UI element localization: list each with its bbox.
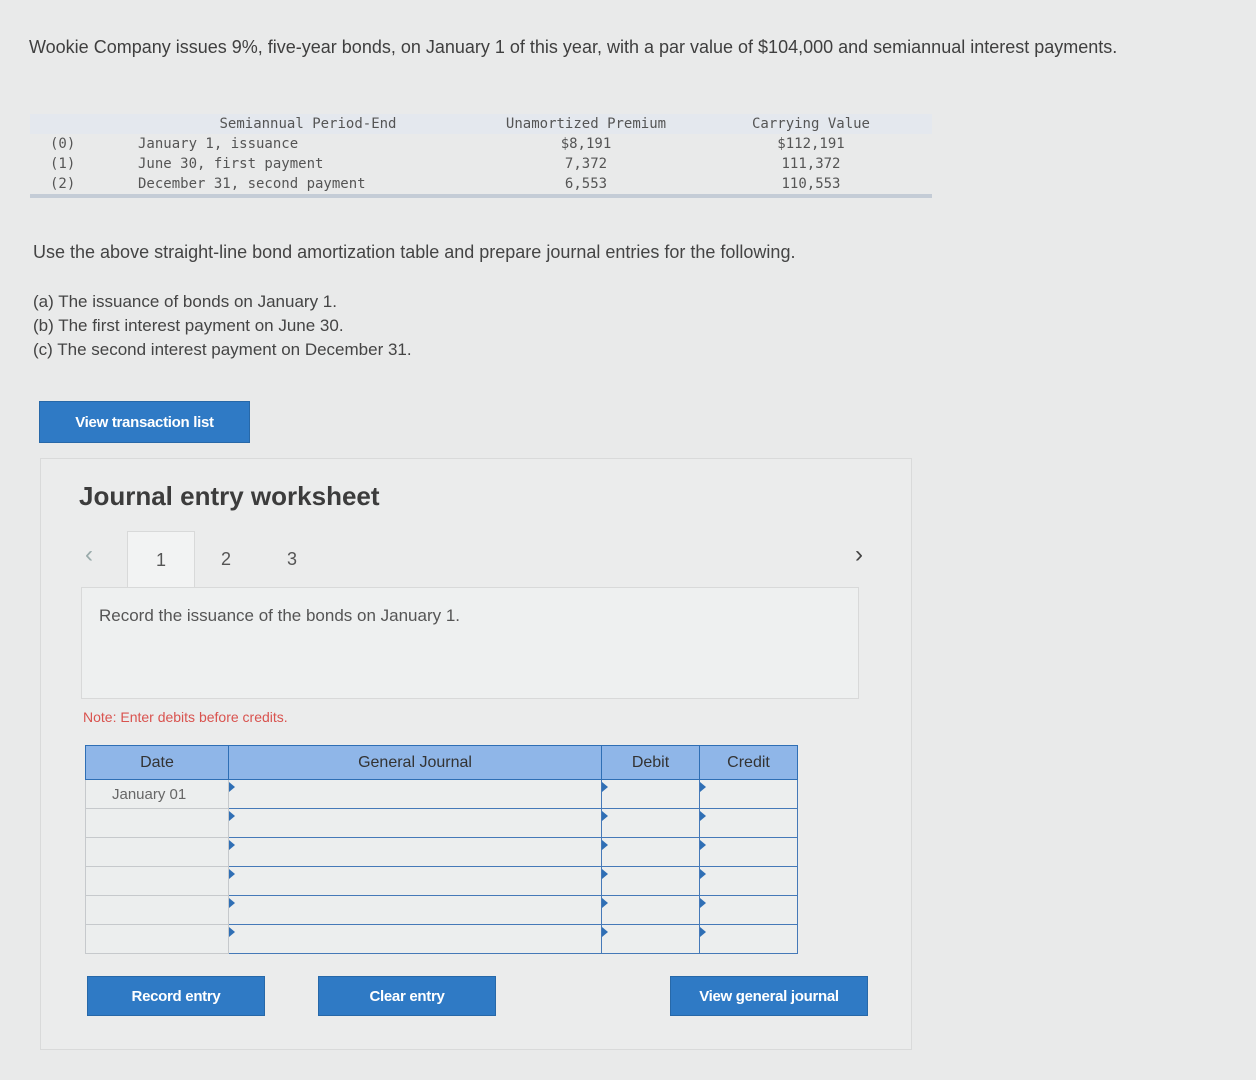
row-carrying: $112,191 (777, 136, 845, 152)
journal-row (85, 866, 798, 896)
row-index: (2) (50, 176, 76, 192)
account-input[interactable] (228, 924, 602, 954)
col-carrying: Carrying Value (690, 114, 932, 134)
row-carrying: 111,372 (781, 156, 841, 172)
date-cell[interactable] (85, 895, 229, 925)
credit-input[interactable] (699, 895, 798, 925)
problem-intro: Wookie Company issues 9%, five-year bond… (29, 37, 1118, 57)
col-period: Semiannual Period-End (134, 114, 482, 134)
tab-1[interactable]: 1 (127, 531, 195, 588)
col-debit: Debit (601, 745, 700, 780)
clear-entry-button[interactable]: Clear entry (318, 976, 496, 1016)
debit-input[interactable] (601, 866, 700, 896)
debit-input[interactable] (601, 808, 700, 838)
instructions: Use the above straight-line bond amortiz… (33, 242, 796, 262)
journal-table: Date General Journal Debit Credit Januar… (85, 745, 798, 954)
journal-row (85, 895, 798, 925)
account-input[interactable] (228, 866, 602, 896)
tab-3[interactable]: 3 (259, 531, 325, 587)
row-premium: 7,372 (564, 156, 608, 172)
account-input[interactable] (228, 837, 602, 867)
row-carrying: 110,553 (781, 176, 841, 192)
debit-input[interactable] (601, 837, 700, 867)
col-premium: Unamortized Premium (482, 114, 690, 134)
credit-input[interactable] (699, 808, 798, 838)
date-cell[interactable]: January 01 (85, 779, 229, 809)
tab-2[interactable]: 2 (193, 531, 259, 587)
date-cell[interactable] (85, 924, 229, 954)
date-cell[interactable] (85, 866, 229, 896)
row-period: January 1, issuance (138, 136, 299, 152)
journal-entry-worksheet: Journal entry worksheet ‹ 1 2 3 › Record… (40, 458, 912, 1050)
row-premium: $8,191 (560, 136, 612, 152)
chevron-left-icon[interactable]: ‹ (85, 541, 93, 569)
row-period: December 31, second payment (138, 176, 366, 192)
view-transaction-list-button[interactable]: View transaction list (39, 401, 250, 443)
debit-input[interactable] (601, 895, 700, 925)
table-row: (0) January 1, issuance $8,191 $112,191 (30, 134, 932, 154)
record-entry-button[interactable]: Record entry (87, 976, 265, 1016)
journal-row (85, 808, 798, 838)
note-text: Note: Enter debits before credits. (83, 709, 288, 725)
col-date: Date (85, 745, 229, 780)
worksheet-tabs: ‹ 1 2 3 › (81, 531, 863, 588)
debit-input[interactable] (601, 924, 700, 954)
amortization-table: Semiannual Period-End Unamortized Premiu… (30, 114, 932, 198)
account-input[interactable] (228, 779, 602, 809)
chevron-right-icon[interactable]: › (855, 541, 863, 569)
account-input[interactable] (228, 895, 602, 925)
account-input[interactable] (228, 808, 602, 838)
part-a: (a) The issuance of bonds on January 1. (33, 292, 337, 311)
row-index: (1) (50, 156, 76, 172)
part-c: (c) The second interest payment on Decem… (33, 340, 412, 359)
view-general-journal-button[interactable]: View general journal (670, 976, 868, 1016)
journal-row (85, 924, 798, 954)
credit-input[interactable] (699, 924, 798, 954)
task-text: Record the issuance of the bonds on Janu… (99, 606, 461, 625)
task-box: Record the issuance of the bonds on Janu… (81, 587, 859, 699)
credit-input[interactable] (699, 866, 798, 896)
credit-input[interactable] (699, 837, 798, 867)
row-period: June 30, first payment (138, 156, 324, 172)
part-b: (b) The first interest payment on June 3… (33, 316, 344, 335)
debit-input[interactable] (601, 779, 700, 809)
row-index: (0) (50, 136, 76, 152)
worksheet-title: Journal entry worksheet (79, 481, 380, 511)
credit-input[interactable] (699, 779, 798, 809)
table-row: (2) December 31, second payment 6,553 11… (30, 174, 932, 194)
row-premium: 6,553 (564, 176, 608, 192)
table-row: (1) June 30, first payment 7,372 111,372 (30, 154, 932, 174)
col-general-journal: General Journal (228, 745, 602, 780)
parts-list: (a) The issuance of bonds on January 1. … (33, 290, 412, 362)
date-cell[interactable] (85, 837, 229, 867)
journal-row: January 01 (85, 779, 798, 809)
journal-row (85, 837, 798, 867)
col-index (30, 114, 134, 134)
date-cell[interactable] (85, 808, 229, 838)
col-credit: Credit (699, 745, 798, 780)
